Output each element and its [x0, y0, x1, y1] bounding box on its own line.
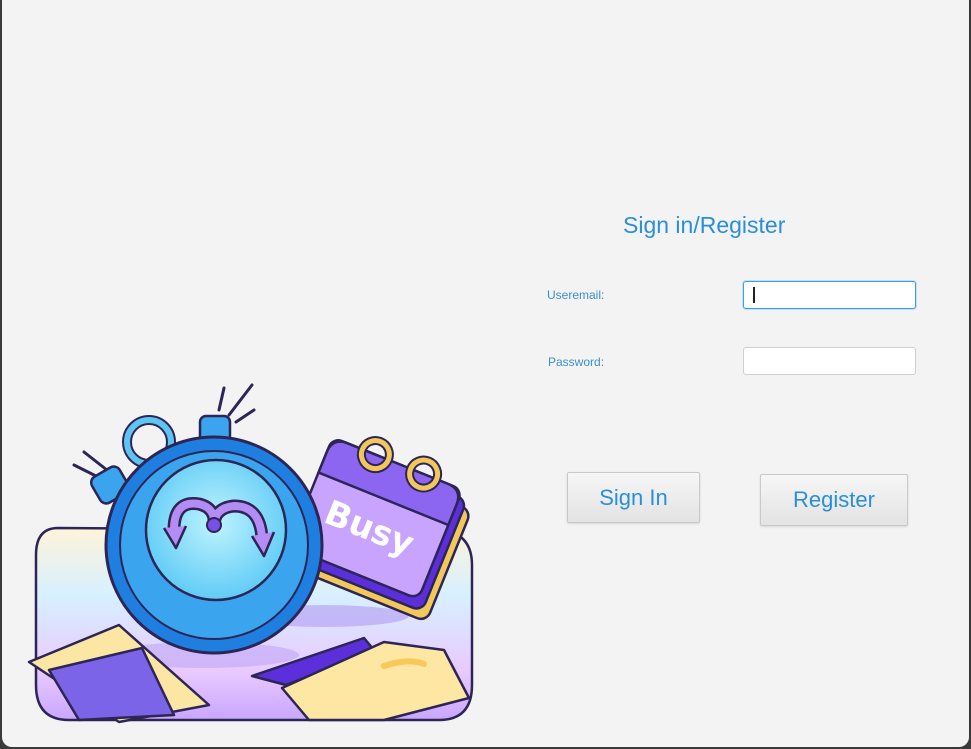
password-field[interactable] — [743, 347, 916, 375]
email-field[interactable] — [743, 281, 916, 309]
app-window: Busy Sign in/Register Useremail: Passwor… — [2, 0, 969, 747]
text-caret — [753, 287, 755, 303]
email-label: Useremail: — [547, 288, 605, 302]
page-title: Sign in/Register — [623, 212, 786, 238]
register-button[interactable]: Register — [760, 474, 908, 526]
sign-in-button[interactable]: Sign In — [567, 472, 700, 523]
password-label: Password: — [548, 355, 605, 369]
busy-illustration: Busy — [27, 383, 474, 724]
